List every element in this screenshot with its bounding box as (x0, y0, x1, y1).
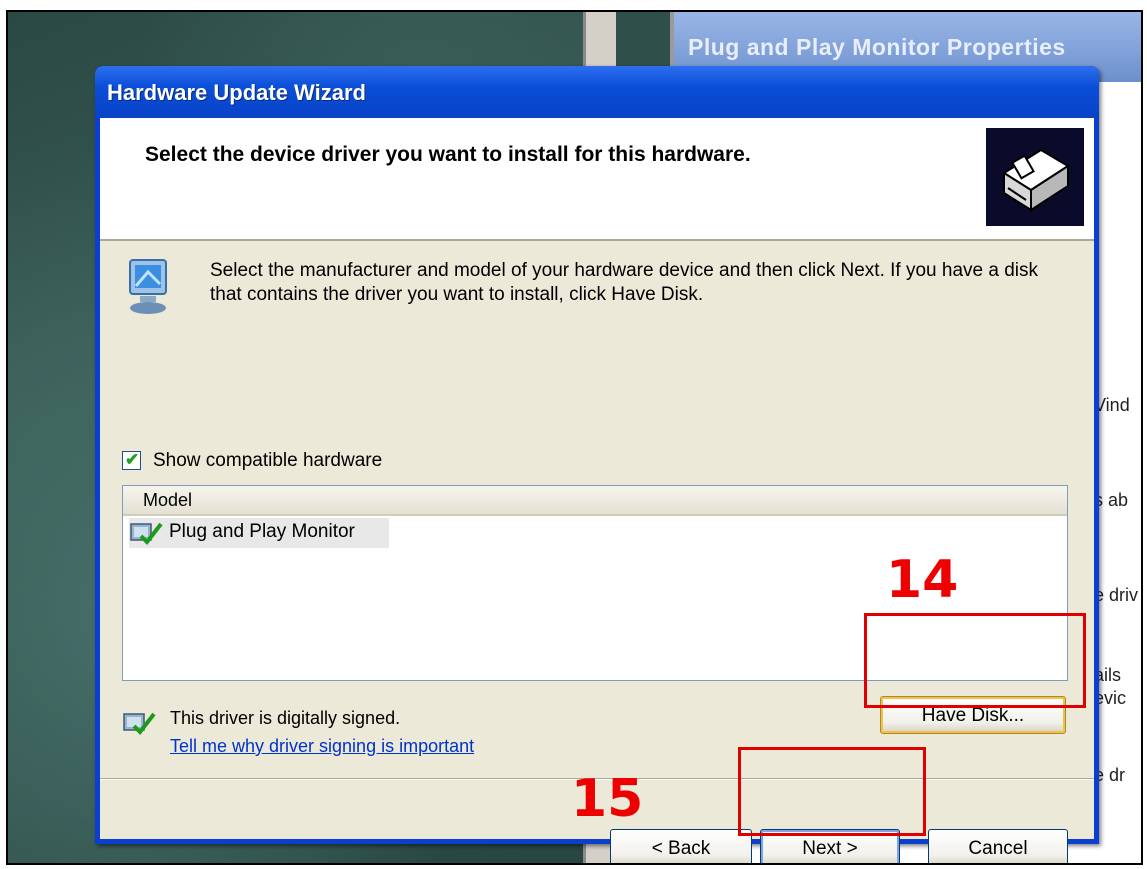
cancel-button[interactable]: Cancel (928, 829, 1068, 863)
background-window-title: Plug and Play Monitor Properties (688, 34, 1066, 60)
hardware-icon (986, 128, 1084, 226)
step-number-14: 14 (886, 550, 959, 610)
background-text-fragment: s ab (1094, 490, 1129, 510)
background-text-fragment: Vind (1094, 395, 1130, 415)
wizard-header: Select the device driver you want to ins… (100, 118, 1094, 241)
background-text-fragment: e driv (1094, 585, 1139, 605)
have-disk-callout-box (864, 613, 1086, 708)
back-button[interactable]: < Back (610, 829, 752, 863)
next-callout-box (738, 747, 926, 836)
list-item[interactable]: Plug and Play Monitor (129, 518, 389, 548)
step-number-15: 15 (571, 769, 644, 829)
column-header-label: Model (143, 490, 193, 510)
screenshot-frame: Plug and Play Monitor Properties Vind s … (6, 10, 1143, 865)
wizard-header-title: Select the device driver you want to ins… (145, 143, 751, 166)
show-compatible-checkbox[interactable]: ✔ (122, 450, 141, 470)
driver-signing-link[interactable]: Tell me why driver signing is important (170, 736, 474, 757)
hardware-update-wizard-dialog: Hardware Update Wizard Select the device… (95, 66, 1099, 863)
signed-driver-icon (129, 520, 163, 546)
dialog-title: Hardware Update Wizard (107, 80, 366, 105)
model-column-header[interactable]: Model (123, 486, 1067, 516)
show-compatible-label[interactable]: Show compatible hardware (153, 450, 382, 472)
driver-signed-status: This driver is digitally signed. (170, 708, 401, 728)
list-item-label: Plug and Play Monitor (169, 521, 355, 542)
checkmark-icon: ✔ (125, 450, 140, 469)
instruction-text: Select the manufacturer and model of you… (210, 260, 1039, 305)
dialog-body: Select the device driver you want to ins… (100, 118, 1094, 863)
dialog-titlebar[interactable]: Hardware Update Wizard (95, 66, 1099, 118)
monitor-icon (126, 258, 172, 316)
signed-driver-icon (122, 708, 156, 736)
